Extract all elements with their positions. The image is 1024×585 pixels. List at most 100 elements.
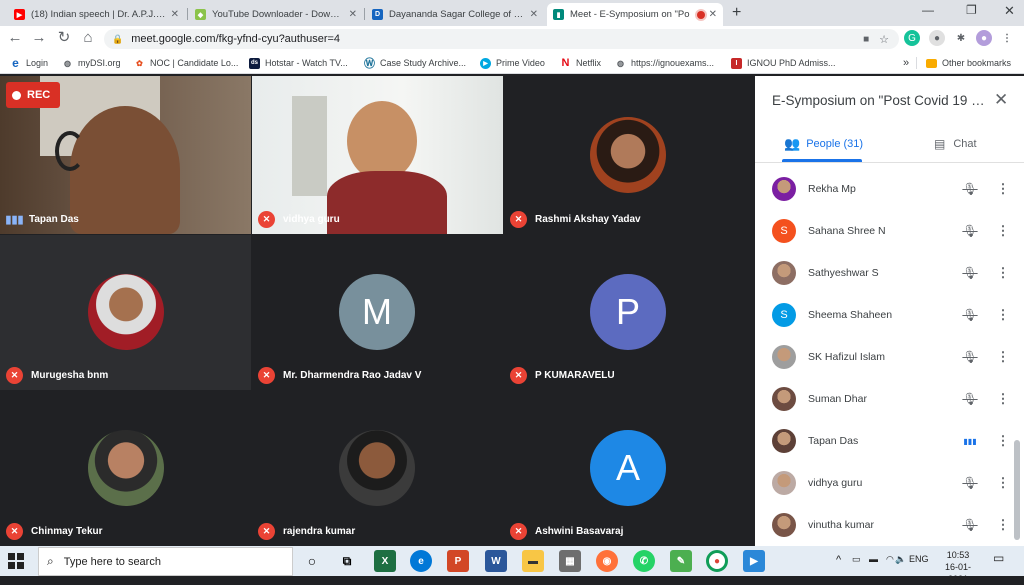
extension-circle-icon[interactable]: ● [929, 30, 945, 46]
edge-icon[interactable]: e [410, 550, 432, 572]
more-options-icon[interactable]: ⋮ [996, 433, 1010, 449]
participant-row[interactable]: Rekha Mp 🎙︎ ⋮ [755, 168, 1010, 210]
volume-icon[interactable]: 🔈 [895, 554, 906, 565]
bookmark-prime-video[interactable]: ▶ Prime Video [480, 55, 545, 71]
mic-off-icon[interactable]: 🎙︎ [960, 392, 980, 406]
tab-dayananda-sagar[interactable]: D Dayananda Sagar College of Eng ✕ [366, 3, 544, 26]
word-icon[interactable]: W [485, 550, 507, 572]
bookmark-login[interactable]: e Login [10, 55, 48, 71]
close-icon[interactable]: ✕ [171, 9, 179, 20]
video-tile[interactable]: M ✕ Mr. Dharmendra Rao Jadav V [252, 235, 503, 390]
home-button[interactable]: ⌂ [79, 29, 97, 47]
more-options-icon[interactable]: ⋮ [996, 391, 1010, 407]
window-close-button[interactable]: ✕ [1004, 3, 1015, 19]
bookmark-ignou-phd[interactable]: I IGNOU PhD Admiss... [731, 55, 836, 71]
tray-chevron-icon[interactable]: ^ [836, 554, 841, 566]
grammarly-icon[interactable]: G [904, 30, 920, 46]
bookmark-ignou-exams[interactable]: ◍ https://ignouexams... [615, 55, 714, 71]
file-explorer-icon[interactable]: ▬ [522, 550, 544, 572]
bookmark-hotstar[interactable]: ds Hotstar - Watch TV... [249, 55, 348, 71]
clock[interactable]: 10:53 16-01-2021 [936, 549, 980, 585]
video-tile[interactable]: ✕ rajendra kumar [252, 391, 503, 546]
tab-youtube-downloader[interactable]: ◆ YouTube Downloader - Download ✕ [189, 3, 363, 26]
more-options-icon[interactable]: ⋮ [996, 517, 1010, 533]
more-options-icon[interactable]: ⋮ [996, 265, 1010, 281]
video-tile[interactable]: ✕ Rashmi Akshay Yadav [504, 76, 754, 234]
participant-row[interactable]: S Sheema Shaheen 🎙︎ ⋮ [755, 294, 1010, 336]
participant-row[interactable]: vidhya guru 🎙︎ ⋮ [755, 462, 1010, 504]
more-options-icon[interactable]: ⋮ [996, 475, 1010, 491]
close-icon[interactable]: ✕ [530, 9, 538, 20]
participant-row[interactable]: Suman Dhar 🎙︎ ⋮ [755, 378, 1010, 420]
mic-off-icon[interactable]: 🎙︎ [960, 308, 980, 322]
puzzle-icon[interactable]: ✱ [953, 30, 969, 46]
excel-icon[interactable]: X [374, 550, 396, 572]
participant-row[interactable]: SK Hafizul Islam 🎙︎ ⋮ [755, 336, 1010, 378]
participant-avatar [88, 430, 164, 506]
tab-meet[interactable]: ▮ Meet - E-Symposium on "Po ✕ [547, 3, 723, 26]
new-tab-button[interactable]: + [732, 4, 741, 22]
mic-off-icon[interactable]: 🎙︎ [960, 476, 980, 490]
star-icon[interactable]: ☆ [879, 33, 889, 46]
battery-icon[interactable]: ▬ [869, 554, 878, 564]
cortana-icon[interactable]: ○ [301, 550, 323, 572]
video-tile[interactable]: ✕ Chinmay Tekur [0, 391, 251, 546]
bookmarks-overflow-button[interactable]: » [903, 55, 909, 71]
mic-off-icon[interactable]: 🎙︎ [960, 182, 980, 196]
reload-button[interactable]: ↻ [55, 29, 73, 47]
participant-row[interactable]: Tapan Das ▮▮▮ ⋮ [755, 420, 1010, 462]
more-options-icon[interactable]: ⋮ [996, 223, 1010, 239]
address-bar[interactable]: 🔒 meet.google.com/fkg-yfnd-cyu?authuser=… [104, 29, 899, 49]
menu-icon[interactable]: ⋮ [999, 30, 1015, 46]
forward-button[interactable]: → [30, 29, 48, 47]
participant-name: Tapan Das [29, 214, 79, 225]
app-icon[interactable]: ✎ [670, 550, 692, 572]
bookmark-case-study[interactable]: Ⓦ Case Study Archive... [364, 55, 466, 71]
scrollbar[interactable] [1014, 440, 1020, 540]
close-icon[interactable]: ✕ [349, 9, 357, 20]
speaking-icon[interactable]: ▮▮▮ [960, 437, 980, 446]
language-indicator[interactable]: ENG [909, 554, 929, 564]
powerpoint-icon[interactable]: P [447, 550, 469, 572]
tab-youtube-speech[interactable]: ▶ (18) Indian speech | Dr. A.P.J. Abdul … [8, 3, 185, 26]
participant-row[interactable]: vinutha kumar 🎙︎ ⋮ [755, 504, 1010, 546]
more-options-icon[interactable]: ⋮ [996, 307, 1010, 323]
close-icon[interactable]: ✕ [709, 9, 717, 20]
back-button[interactable]: ← [6, 29, 24, 47]
avatar[interactable]: ● [976, 30, 992, 46]
video-tile[interactable]: ✕ Murugesha bnm [0, 235, 251, 390]
participant-row[interactable]: S Sahana Shree N 🎙︎ ⋮ [755, 210, 1010, 252]
video-tile[interactable]: P ✕ P KUMARAVELU [504, 235, 754, 390]
video-tile[interactable]: ✕ vidhya guru [252, 76, 503, 234]
video-tile[interactable]: A ✕ Ashwini Basavaraj [504, 391, 754, 546]
tab-chat[interactable]: ▤ Chat [934, 136, 977, 152]
wifi-icon[interactable]: ◠ [886, 554, 894, 565]
bookmark-noc[interactable]: ✿ NOC | Candidate Lo... [134, 55, 238, 71]
minimize-button[interactable]: — [922, 3, 934, 17]
mic-off-icon[interactable]: 🎙︎ [960, 266, 980, 280]
mic-off-icon[interactable]: 🎙︎ [960, 518, 980, 532]
tab-people[interactable]: 👥 People (31) [784, 136, 863, 152]
notifications-icon[interactable]: ▭ [993, 551, 1004, 565]
windows-start-button[interactable] [8, 553, 24, 569]
mic-off-icon[interactable]: 🎙︎ [960, 224, 980, 238]
participant-row[interactable]: Sathyeshwar S 🎙︎ ⋮ [755, 252, 1010, 294]
taskbar-search-box[interactable]: ⌕ Type here to search [38, 547, 293, 576]
mic-off-icon[interactable]: 🎙︎ [960, 350, 980, 364]
chrome-icon[interactable]: ● [706, 550, 728, 572]
whatsapp-icon[interactable]: ✆ [633, 550, 655, 572]
bookmark-mydsi[interactable]: ◍ myDSI.org [62, 55, 121, 71]
app-window-icon[interactable]: ▶ [743, 550, 765, 572]
network-icon[interactable]: ▭ [852, 554, 861, 565]
close-panel-button[interactable]: ✕ [994, 90, 1008, 110]
firefox-icon[interactable]: ◉ [596, 550, 618, 572]
more-options-icon[interactable]: ⋮ [996, 349, 1010, 365]
restore-button[interactable]: ❐ [966, 3, 977, 17]
bookmark-netflix[interactable]: N Netflix [560, 55, 602, 71]
other-bookmarks[interactable]: Other bookmarks [926, 55, 1011, 71]
camera-icon[interactable]: ■ [863, 34, 869, 45]
calculator-icon[interactable]: ▦ [559, 550, 581, 572]
mic-off-icon: ✕ [6, 523, 23, 540]
more-options-icon[interactable]: ⋮ [996, 181, 1010, 197]
task-view-icon[interactable]: ⧉ [336, 550, 358, 572]
